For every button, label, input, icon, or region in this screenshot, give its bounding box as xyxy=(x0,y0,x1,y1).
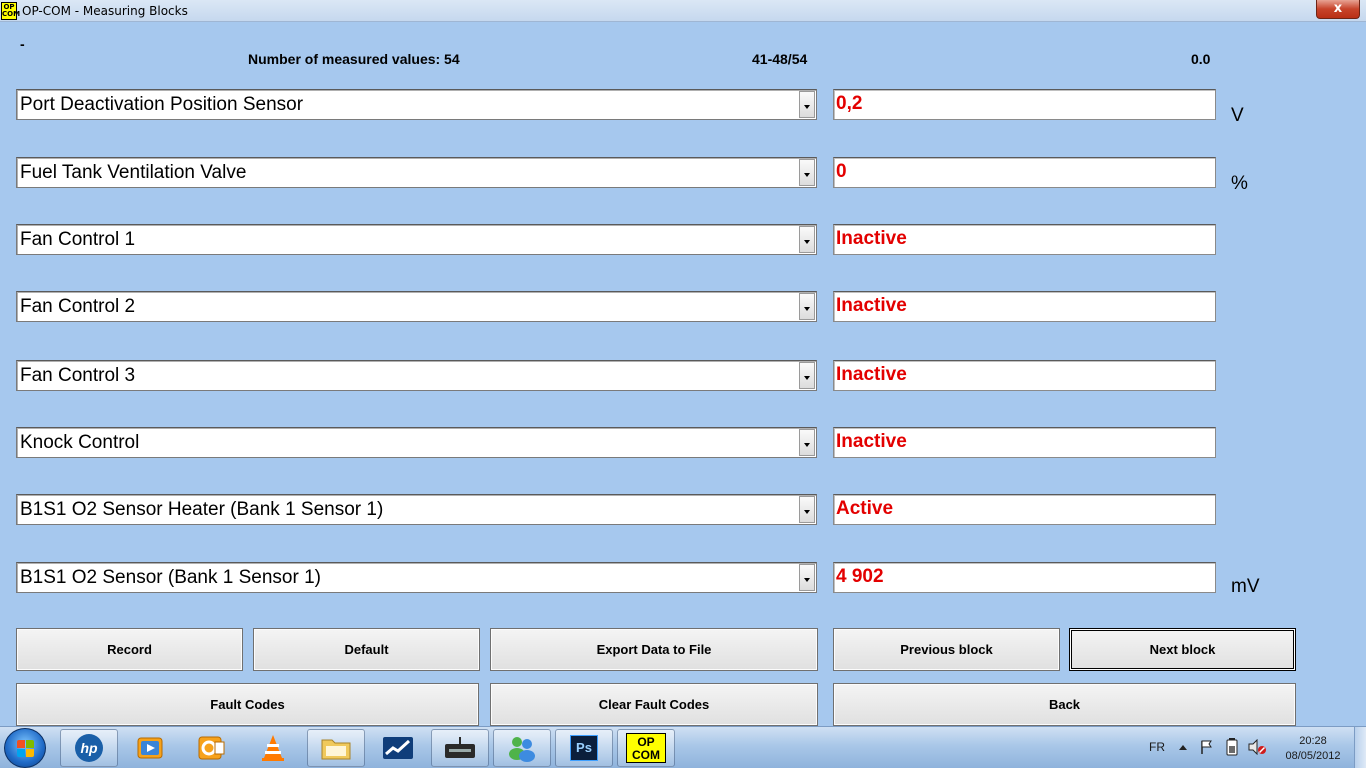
taskbar-messenger[interactable] xyxy=(493,729,551,767)
measurement-select-4[interactable]: Fan Control 2 xyxy=(16,291,817,322)
network-device-icon xyxy=(445,737,475,758)
measurement-select-5[interactable]: Fan Control 3 xyxy=(16,360,817,391)
show-desktop-button[interactable] xyxy=(1354,727,1366,768)
block-range: 41-48/54 xyxy=(752,51,808,67)
op-com-app-icon[interactable]: OP COM xyxy=(1,2,21,20)
battery-icon[interactable] xyxy=(1226,738,1238,756)
clock-date: 08/05/2012 xyxy=(1285,750,1341,762)
window-title: OP-COM - Measuring Blocks xyxy=(22,4,188,18)
taskbar-stocks-app[interactable] xyxy=(369,729,427,767)
taskbar-hp[interactable]: hp xyxy=(60,729,118,767)
timer-readout: 0.0 xyxy=(1191,51,1211,67)
chevron-down-icon[interactable] xyxy=(799,496,815,523)
measurement-value-8: 4 902 xyxy=(833,562,1216,593)
value-text: 0,2 xyxy=(836,93,863,114)
measurement-select-7[interactable]: B1S1 O2 Sensor Heater (Bank 1 Sensor 1) xyxy=(16,494,817,525)
fault-codes-button[interactable]: Fault Codes xyxy=(16,683,479,726)
measurement-name: Knock Control xyxy=(20,432,140,453)
measurement-value-6: Inactive xyxy=(833,427,1216,458)
chevron-down-icon[interactable] xyxy=(799,226,815,253)
show-hidden-icons-icon[interactable] xyxy=(1179,745,1187,750)
unit-label-8: mV xyxy=(1231,576,1260,597)
system-clock[interactable]: 20:28 08/05/2012 xyxy=(1283,734,1343,764)
photoshop-icon: Ps xyxy=(570,735,598,761)
measurement-name: Fan Control 3 xyxy=(20,365,136,386)
app-icon-text-bottom: COM xyxy=(2,10,21,18)
language-indicator[interactable]: FR xyxy=(1149,740,1165,754)
taskbar-outlook[interactable] xyxy=(182,729,240,767)
measurement-name: Fan Control 2 xyxy=(20,296,136,317)
action-center-flag-icon[interactable] xyxy=(1199,739,1215,755)
taskbar-vlc[interactable] xyxy=(244,729,302,767)
hp-logo-icon: hp xyxy=(75,734,103,762)
measurement-name: B1S1 O2 Sensor (Bank 1 Sensor 1) xyxy=(20,567,321,588)
measurement-select-1[interactable]: Port Deactivation Position Sensor xyxy=(16,89,817,120)
taskbar-network-app[interactable] xyxy=(431,729,489,767)
export-data-button[interactable]: Export Data to File xyxy=(490,628,818,671)
measurement-name: Port Deactivation Position Sensor xyxy=(20,94,304,115)
measurement-value-7: Active xyxy=(833,494,1216,525)
vlc-cone-icon xyxy=(262,735,284,761)
value-text: Inactive xyxy=(836,228,907,249)
clear-fault-codes-button[interactable]: Clear Fault Codes xyxy=(490,683,818,726)
measurement-select-6[interactable]: Knock Control xyxy=(16,427,817,458)
next-block-button[interactable]: Next block xyxy=(1069,628,1296,671)
value-text: Active xyxy=(836,498,894,519)
value-text: 0 xyxy=(836,161,847,182)
outlook-icon xyxy=(198,736,225,760)
taskbar-media-player[interactable] xyxy=(121,729,179,767)
record-button[interactable]: Record xyxy=(16,628,243,671)
unit-label-1: V xyxy=(1231,105,1244,126)
value-text: 4 902 xyxy=(836,566,884,587)
clock-time: 20:28 xyxy=(1299,735,1327,747)
folder-icon xyxy=(321,739,351,760)
back-button[interactable]: Back xyxy=(833,683,1296,726)
measurement-name: Fan Control 1 xyxy=(20,229,136,250)
measurement-value-5: Inactive xyxy=(833,360,1216,391)
title-bar[interactable]: OP COM OP-COM - Measuring Blocks x xyxy=(0,0,1366,22)
windows-start-button[interactable] xyxy=(4,728,46,768)
windows-logo-icon xyxy=(17,740,35,758)
measurement-name: Fuel Tank Ventilation Valve xyxy=(20,162,247,183)
chart-line-icon xyxy=(383,737,413,759)
value-text: Inactive xyxy=(836,295,907,316)
measured-values-count: Number of measured values: 54 xyxy=(248,51,460,67)
close-button[interactable]: x xyxy=(1316,0,1360,19)
previous-block-button[interactable]: Previous block xyxy=(833,628,1060,671)
measurement-select-8[interactable]: B1S1 O2 Sensor (Bank 1 Sensor 1) xyxy=(16,562,817,593)
volume-muted-icon[interactable] xyxy=(1247,739,1267,755)
messenger-users-icon xyxy=(509,737,535,762)
chevron-down-icon[interactable] xyxy=(799,159,815,186)
chevron-down-icon[interactable] xyxy=(799,91,815,118)
chevron-down-icon[interactable] xyxy=(799,362,815,389)
value-text: Inactive xyxy=(836,431,907,452)
measurement-name: B1S1 O2 Sensor Heater (Bank 1 Sensor 1) xyxy=(20,499,384,520)
unit-label-2: % xyxy=(1231,173,1248,194)
measurement-value-1: 0,2 xyxy=(833,89,1216,120)
taskbar-file-explorer[interactable] xyxy=(307,729,365,767)
chevron-down-icon[interactable] xyxy=(799,293,815,320)
media-player-icon xyxy=(137,737,163,759)
default-button[interactable]: Default xyxy=(253,628,480,671)
measurement-value-3: Inactive xyxy=(833,224,1216,255)
chevron-down-icon[interactable] xyxy=(799,564,815,591)
value-text: Inactive xyxy=(836,364,907,385)
measurement-value-4: Inactive xyxy=(833,291,1216,322)
close-icon: x xyxy=(1333,1,1343,16)
measurement-select-2[interactable]: Fuel Tank Ventilation Valve xyxy=(16,157,817,188)
measurement-value-2: 0 xyxy=(833,157,1216,188)
op-com-icon: OP COM xyxy=(626,733,666,763)
taskbar-op-com[interactable]: OP COM xyxy=(617,729,675,767)
op-com-icon-bottom: COM xyxy=(632,748,660,762)
taskbar-photoshop[interactable]: Ps xyxy=(555,729,613,767)
chevron-down-icon[interactable] xyxy=(799,429,815,456)
measurement-select-3[interactable]: Fan Control 1 xyxy=(16,224,817,255)
status-dash: - xyxy=(20,36,25,52)
